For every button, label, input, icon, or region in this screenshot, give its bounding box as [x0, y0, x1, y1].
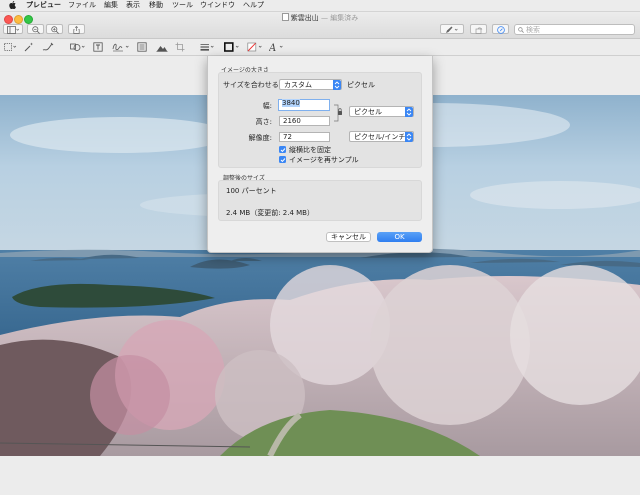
svg-text:A: A [269, 43, 276, 52]
annotate-button[interactable] [492, 24, 509, 34]
shapes-icon [70, 43, 85, 51]
fit-into-value: カスタム [284, 81, 312, 89]
image-size-sheet: イメージの大きさ サイズを合わせる: カスタム ピクセル 幅: 3840 高さ:… [207, 56, 433, 253]
sketch-tool-button[interactable] [42, 42, 54, 52]
checkmark-icon [280, 157, 285, 162]
border-color-button[interactable] [224, 42, 242, 52]
width-field[interactable]: 3840 [278, 99, 330, 111]
pen-circle-icon [496, 26, 505, 34]
rotate-button[interactable] [470, 24, 487, 34]
dimension-unit-value: ピクセル [354, 108, 382, 116]
ok-button[interactable]: OK [377, 232, 422, 242]
popup-arrows-icon [405, 132, 413, 142]
crop-icon [175, 42, 185, 52]
window-bottom-area [0, 456, 640, 495]
height-value: 2160 [283, 117, 301, 125]
dimension-unit-popup[interactable]: ピクセル [349, 106, 414, 117]
text-box-icon [93, 42, 103, 52]
fill-color-icon [247, 42, 262, 52]
markup-toggle-button[interactable] [440, 24, 464, 34]
markup-toolbar: A [0, 39, 640, 56]
selection-tool-button[interactable] [4, 42, 18, 52]
menu-file[interactable]: ファイル [68, 0, 96, 11]
menu-edit[interactable]: 編集 [104, 0, 118, 11]
search-placeholder: 検索 [526, 26, 540, 34]
sidebar-icon [7, 26, 20, 34]
fill-color-button[interactable] [247, 42, 265, 52]
pen-tip-icon [446, 26, 458, 33]
checkmark-icon [280, 147, 285, 152]
share-icon [73, 26, 80, 34]
crop-button[interactable] [175, 42, 185, 52]
apple-menu-icon[interactable] [9, 0, 17, 11]
instant-alpha-button[interactable] [24, 42, 34, 52]
scale-proportionally-label[interactable]: 縦横比を固定 [289, 145, 331, 155]
shapes-button[interactable] [70, 42, 86, 52]
resolution-unit-value: ピクセル/インチ [354, 133, 406, 141]
result-file-size: 2.4 MB（変更前: 2.4 MB） [226, 209, 314, 217]
menu-view[interactable]: 表示 [126, 0, 140, 11]
adjust-color-icon [137, 42, 147, 52]
height-label: 高さ: [255, 118, 272, 126]
menu-app-preview[interactable]: プレビュー [26, 0, 61, 11]
line-style-button[interactable] [200, 42, 216, 52]
zoom-out-icon [31, 26, 40, 34]
share-button[interactable] [68, 24, 85, 34]
adjust-size-button[interactable] [156, 42, 168, 52]
signature-icon [112, 43, 129, 52]
search-icon [518, 27, 524, 33]
scale-proportionally-checkbox[interactable] [279, 146, 286, 153]
window-title: 紫雲出山 — 編集済み [0, 13, 640, 23]
zoom-in-icon [50, 26, 59, 34]
adjust-color-button[interactable] [137, 42, 147, 52]
sign-button[interactable] [112, 42, 132, 52]
magic-wand-icon [24, 42, 33, 52]
result-percent: 100 パーセント [226, 187, 277, 195]
zoom-out-button[interactable] [27, 24, 44, 34]
popup-arrows-icon [333, 80, 341, 90]
window-title-text: 紫雲出山 [290, 14, 319, 22]
menu-window[interactable]: ウインドウ [200, 0, 235, 11]
menu-help[interactable]: ヘルプ [243, 0, 264, 11]
text-tool-button[interactable] [93, 42, 103, 52]
edited-indicator[interactable]: — 編集済み [321, 14, 358, 22]
width-label: 幅: [262, 102, 272, 110]
cancel-button[interactable]: キャンセル [326, 232, 371, 242]
font-style-icon: A [269, 43, 283, 52]
adjust-size-icon [156, 46, 168, 52]
fit-into-label: サイズを合わせる: [223, 81, 282, 89]
rect-selection-icon [4, 43, 17, 51]
resample-label[interactable]: イメージを再サンプル [289, 155, 359, 165]
search-input[interactable]: 検索 [514, 24, 635, 35]
menu-bar: プレビュー ファイル 編集 表示 移動 ツール ウインドウ ヘルプ [0, 0, 640, 12]
rotate-icon [475, 27, 482, 34]
resolution-field[interactable]: 72 [279, 132, 330, 142]
resolution-label: 解像度: [248, 134, 272, 142]
resolution-value: 72 [283, 133, 292, 141]
sketch-icon [42, 42, 54, 51]
resolution-unit-popup[interactable]: ピクセル/インチ [349, 131, 414, 142]
menu-go[interactable]: 移動 [149, 0, 163, 11]
resample-checkbox[interactable] [279, 156, 286, 163]
popup-arrows-icon [405, 107, 413, 117]
line-style-icon [200, 44, 214, 51]
border-color-icon [224, 42, 239, 52]
sidebar-toggle-button[interactable] [3, 24, 23, 34]
lock-proportions-icon[interactable] [334, 103, 343, 123]
text-style-button[interactable]: A [269, 42, 287, 52]
fit-into-popup[interactable]: カスタム [279, 79, 342, 90]
height-field[interactable]: 2160 [279, 116, 330, 126]
document-icon [281, 13, 289, 21]
menu-tools[interactable]: ツール [172, 0, 193, 11]
fit-into-unit: ピクセル [347, 81, 375, 89]
width-value: 3840 [282, 99, 300, 107]
zoom-in-button[interactable] [46, 24, 63, 34]
